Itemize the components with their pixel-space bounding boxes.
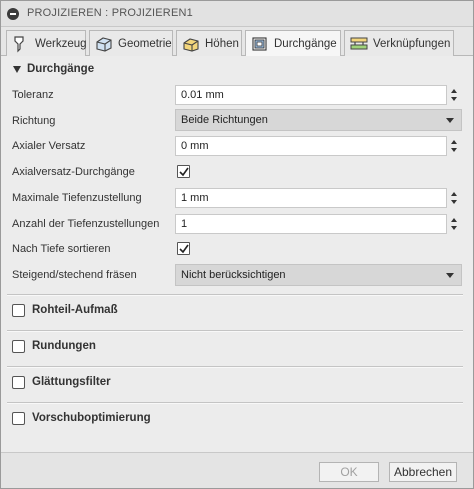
- section-enable-checkbox[interactable]: [12, 304, 25, 317]
- spin-down-icon[interactable]: [451, 200, 457, 204]
- spin-up-icon[interactable]: [451, 89, 457, 93]
- collapse-dialog-icon[interactable]: [7, 8, 19, 20]
- spin-down-icon[interactable]: [451, 97, 457, 101]
- chevron-down-icon: [446, 273, 454, 278]
- axial-offset-passes-label: Axialversatz-Durchgänge: [12, 166, 135, 178]
- order-by-depth-checkbox[interactable]: [177, 242, 190, 255]
- section-divider: [7, 294, 463, 296]
- dialog-content: Durchgänge Toleranz 0.01 mm Richtung Bei…: [1, 56, 473, 452]
- section-divider: [7, 402, 463, 404]
- axial-offset-label: Axialer Versatz: [12, 140, 86, 152]
- section-enable-checkbox[interactable]: [12, 340, 25, 353]
- spin-up-icon[interactable]: [451, 192, 457, 196]
- spin-down-icon[interactable]: [451, 148, 457, 152]
- milling-direction-select[interactable]: Nicht berücksichtigen: [175, 264, 462, 286]
- checkmark-icon: [179, 244, 189, 254]
- tab-durchgaenge[interactable]: Durchgänge: [245, 30, 341, 57]
- linking-icon: [349, 35, 369, 53]
- section-title: Rundungen: [32, 340, 96, 352]
- tab-geometrie[interactable]: Geometrie: [89, 30, 173, 56]
- checkmark-icon: [179, 167, 189, 177]
- smoothing-section[interactable]: Glättungsfilter: [1, 372, 473, 394]
- geometry-cube-icon: [94, 35, 114, 53]
- stock-allowance-section[interactable]: Rohteil-Aufmaß: [1, 300, 473, 322]
- cancel-button[interactable]: Abbrechen: [389, 462, 457, 482]
- tolerance-spinner[interactable]: [449, 85, 459, 105]
- title-bar: PROJIZIEREN : PROJIZIEREN1: [1, 1, 473, 27]
- window-title: PROJIZIEREN : PROJIZIEREN1: [27, 7, 193, 19]
- direction-label: Richtung: [12, 115, 56, 127]
- axial-offset-passes-checkbox[interactable]: [177, 165, 190, 178]
- dialog-footer: OK Abbrechen: [1, 452, 473, 488]
- dialog-window: PROJIZIEREN : PROJIZIEREN1 Werkzeug Geom…: [0, 0, 474, 489]
- spin-up-icon[interactable]: [451, 140, 457, 144]
- section-enable-checkbox[interactable]: [12, 412, 25, 425]
- section-title: Glättungsfilter: [32, 376, 111, 388]
- spin-down-icon[interactable]: [451, 226, 457, 230]
- feed-optimization-section[interactable]: Vorschuboptimierung: [1, 408, 473, 430]
- milling-direction-value: Nicht berücksichtigen: [181, 269, 286, 281]
- passes-icon: [250, 35, 270, 53]
- tab-label: Verknüpfungen: [373, 37, 451, 50]
- tab-label: Geometrie: [118, 37, 172, 50]
- section-enable-checkbox[interactable]: [12, 376, 25, 389]
- tab-label: Höhen: [205, 37, 239, 50]
- tolerance-input[interactable]: 0.01 mm: [175, 85, 447, 105]
- stepdown-count-label: Anzahl der Tiefenzustellungen: [12, 218, 160, 230]
- section-title: Durchgänge: [27, 63, 95, 75]
- tolerance-label: Toleranz: [12, 89, 54, 101]
- chevron-down-icon: [446, 118, 454, 123]
- ok-button[interactable]: OK: [319, 462, 379, 482]
- expand-arrow-icon: [13, 66, 21, 73]
- passes-section-header[interactable]: Durchgänge: [1, 59, 473, 81]
- tab-label: Werkzeug: [35, 37, 87, 50]
- fillets-section[interactable]: Rundungen: [1, 336, 473, 358]
- tab-verknuepfungen[interactable]: Verknüpfungen: [344, 30, 454, 56]
- max-stepdown-label: Maximale Tiefenzustellung: [12, 192, 142, 204]
- tool-icon: [11, 35, 31, 53]
- max-stepdown-input[interactable]: 1 mm: [175, 188, 447, 208]
- heights-icon: [181, 35, 201, 53]
- max-stepdown-spinner[interactable]: [449, 188, 459, 208]
- section-divider: [7, 366, 463, 368]
- axial-offset-spinner[interactable]: [449, 136, 459, 156]
- axial-offset-input[interactable]: 0 mm: [175, 136, 447, 156]
- tab-hoehen[interactable]: Höhen: [176, 30, 242, 56]
- section-title: Rohteil-Aufmaß: [32, 304, 118, 316]
- spin-up-icon[interactable]: [451, 218, 457, 222]
- tab-bar: Werkzeug Geometrie Höhen Durchgänge Verk…: [1, 27, 473, 57]
- tab-werkzeug[interactable]: Werkzeug: [6, 30, 87, 56]
- direction-select[interactable]: Beide Richtungen: [175, 109, 462, 131]
- direction-value: Beide Richtungen: [181, 114, 268, 126]
- stepdown-count-spinner[interactable]: [449, 214, 459, 234]
- tab-label: Durchgänge: [274, 38, 337, 50]
- section-divider: [7, 330, 463, 332]
- section-title: Vorschuboptimierung: [32, 412, 151, 424]
- milling-direction-label: Steigend/stechend fräsen: [12, 269, 137, 281]
- order-by-depth-label: Nach Tiefe sortieren: [12, 243, 111, 255]
- stepdown-count-input[interactable]: 1: [175, 214, 447, 234]
